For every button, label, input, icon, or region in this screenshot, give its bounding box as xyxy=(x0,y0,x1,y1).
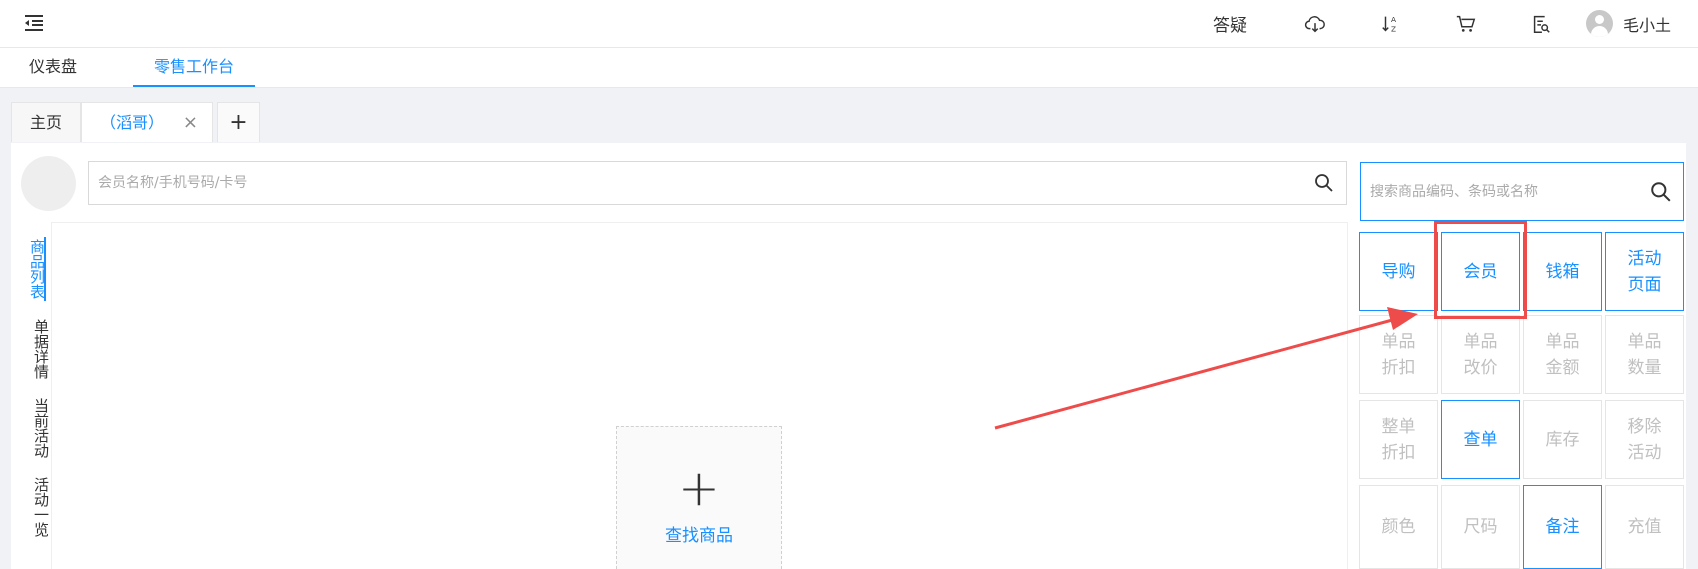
annotation-arrow xyxy=(994,307,1418,430)
